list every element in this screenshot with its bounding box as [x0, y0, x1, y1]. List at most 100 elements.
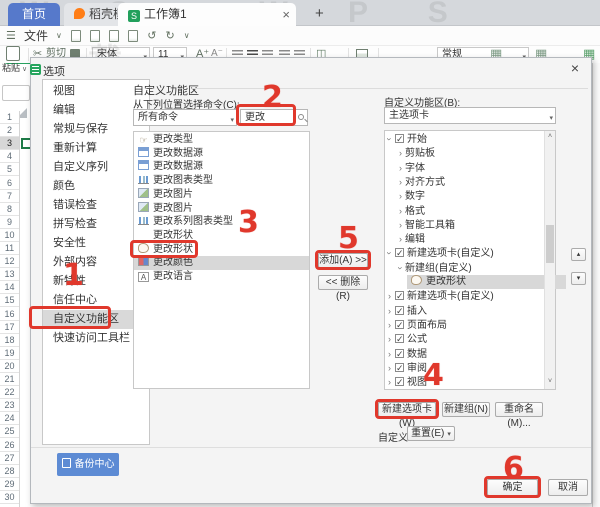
tab-workbook1[interactable]: S工作簿1×: [118, 3, 296, 26]
toolbar-more-chevron-icon[interactable]: ∨: [184, 26, 190, 46]
row-header-26[interactable]: 26: [0, 439, 19, 452]
chevron-right-icon[interactable]: ›: [396, 146, 405, 160]
row-header-5[interactable]: 5: [0, 163, 19, 176]
chevron-right-icon[interactable]: ›: [396, 232, 405, 246]
row-header-4[interactable]: 4: [0, 150, 19, 163]
row-header-14[interactable]: 14: [0, 281, 19, 294]
tree-item-审阅[interactable]: ›审阅: [385, 361, 544, 375]
chevron-right-icon[interactable]: ›: [385, 347, 394, 361]
tree-item-页面布局[interactable]: ›页面布局: [385, 318, 544, 332]
tree-item-公式[interactable]: ›公式: [385, 332, 544, 346]
row-header-24[interactable]: 24: [0, 412, 19, 425]
row-header-12[interactable]: 12: [0, 255, 19, 268]
checkbox-checked[interactable]: [395, 320, 404, 329]
print-icon[interactable]: [109, 30, 119, 42]
chevron-right-icon[interactable]: ›: [385, 318, 394, 332]
row-header-3[interactable]: 3: [0, 137, 19, 150]
checkbox-checked[interactable]: [395, 377, 404, 386]
tree-item-插入[interactable]: ›插入: [385, 304, 544, 318]
tab-home[interactable]: 首页: [8, 3, 60, 26]
checkbox-checked[interactable]: [395, 306, 404, 315]
dialog-close-icon[interactable]: ×: [566, 59, 584, 77]
command-item[interactable]: 更改数据源: [134, 147, 309, 161]
chevron-right-icon[interactable]: ›: [396, 161, 405, 175]
row-header-8[interactable]: 8: [0, 203, 19, 216]
move-up-button[interactable]: ▴: [571, 248, 586, 261]
tree-item-新建组(自定义)[interactable]: ›新建组(自定义): [396, 261, 555, 275]
row-header-16[interactable]: 16: [0, 308, 19, 321]
chevron-right-icon[interactable]: ›: [385, 332, 394, 346]
rename-button[interactable]: 重命名(M)...: [495, 402, 543, 417]
row-header-18[interactable]: 18: [0, 334, 19, 347]
command-source-select[interactable]: 所有命令▾: [133, 109, 237, 126]
row-header-11[interactable]: 11: [0, 242, 19, 255]
preview-icon[interactable]: [128, 30, 138, 42]
checkbox-checked[interactable]: [395, 134, 404, 143]
row-header-28[interactable]: 28: [0, 465, 19, 478]
tree-item-字体[interactable]: ›字体: [396, 161, 555, 175]
command-item[interactable]: 更改图表类型: [134, 174, 309, 188]
row-header-15[interactable]: 15: [0, 294, 19, 307]
ribbon-target-select[interactable]: 主选项卡▾: [384, 107, 556, 124]
hamburger-menu-icon[interactable]: ☰: [6, 26, 16, 46]
tree-item-格式[interactable]: ›格式: [396, 204, 555, 218]
row-header-13[interactable]: 13: [0, 268, 19, 281]
file-menu[interactable]: 文件: [22, 26, 50, 46]
tree-item-新建选项卡(自定义)[interactable]: ›新建选项卡(自定义): [385, 246, 544, 260]
row-header-19[interactable]: 19: [0, 347, 19, 360]
chevron-right-icon[interactable]: ›: [385, 289, 394, 303]
tree-item-更改形状[interactable]: 更改形状: [407, 275, 566, 289]
tree-item-剪贴板[interactable]: ›剪贴板: [396, 146, 555, 160]
row-header-6[interactable]: 6: [0, 177, 19, 190]
chevron-right-icon[interactable]: ›: [385, 361, 394, 375]
row-header-25[interactable]: 25: [0, 425, 19, 438]
checkbox-checked[interactable]: [395, 291, 404, 300]
paste-icon[interactable]: [6, 46, 20, 61]
command-item[interactable]: 更改系列图表类型: [134, 215, 309, 229]
scroll-up-icon[interactable]: ˄: [545, 133, 555, 140]
tree-item-数据[interactable]: ›数据: [385, 347, 544, 361]
command-item[interactable]: 更改图片: [134, 202, 309, 216]
row-header-17[interactable]: 17: [0, 321, 19, 334]
checkbox-checked[interactable]: [395, 363, 404, 372]
chevron-right-icon[interactable]: ›: [385, 304, 394, 318]
row-header-7[interactable]: 7: [0, 190, 19, 203]
tree-item-视图[interactable]: ›视图: [385, 375, 544, 389]
row-header-29[interactable]: 29: [0, 478, 19, 491]
checkbox-checked[interactable]: [395, 334, 404, 343]
cancel-button[interactable]: 取消: [548, 479, 588, 496]
row-header-23[interactable]: 23: [0, 399, 19, 412]
row-header-10[interactable]: 10: [0, 229, 19, 242]
checkbox-checked[interactable]: [395, 349, 404, 358]
tree-item-开始[interactable]: ›开始: [385, 132, 544, 146]
command-item[interactable]: 更改颜色: [134, 256, 309, 270]
chevron-down-icon[interactable]: ›: [396, 263, 408, 272]
tree-item-智能工具箱[interactable]: ›智能工具箱: [396, 218, 555, 232]
reset-button[interactable]: 重置(E)▾: [407, 426, 455, 441]
command-item[interactable]: 更改数据源: [134, 160, 309, 174]
scrollbar-thumb[interactable]: [546, 225, 554, 263]
chevron-right-icon[interactable]: ›: [396, 189, 405, 203]
command-item[interactable]: 更改图片: [134, 188, 309, 202]
row-header-20[interactable]: 20: [0, 360, 19, 373]
output-icon[interactable]: [90, 30, 100, 42]
redo-icon[interactable]: ↻: [165, 26, 174, 46]
chevron-right-icon[interactable]: ›: [396, 218, 405, 232]
checkbox-checked[interactable]: [395, 248, 404, 257]
save-icon[interactable]: [71, 30, 81, 42]
row-header-27[interactable]: 27: [0, 452, 19, 465]
chevron-right-icon[interactable]: ›: [396, 175, 405, 189]
row-header-1[interactable]: 1: [0, 111, 19, 124]
remove-button[interactable]: << 删除(R): [318, 275, 368, 290]
undo-icon[interactable]: ↺: [147, 26, 156, 46]
new-group-button[interactable]: 新建组(N): [442, 402, 490, 417]
tree-item-对齐方式[interactable]: ›对齐方式: [396, 175, 555, 189]
row-header-22[interactable]: 22: [0, 386, 19, 399]
chevron-right-icon[interactable]: ›: [396, 204, 405, 218]
close-tab-icon[interactable]: ×: [282, 3, 290, 26]
chevron-right-icon[interactable]: ›: [385, 375, 394, 389]
command-item[interactable]: A更改语言: [134, 270, 309, 284]
row-header-21[interactable]: 21: [0, 373, 19, 386]
tree-item-数字[interactable]: ›数字: [396, 189, 555, 203]
tree-item-新建选项卡(自定义)[interactable]: ›新建选项卡(自定义): [385, 289, 544, 303]
